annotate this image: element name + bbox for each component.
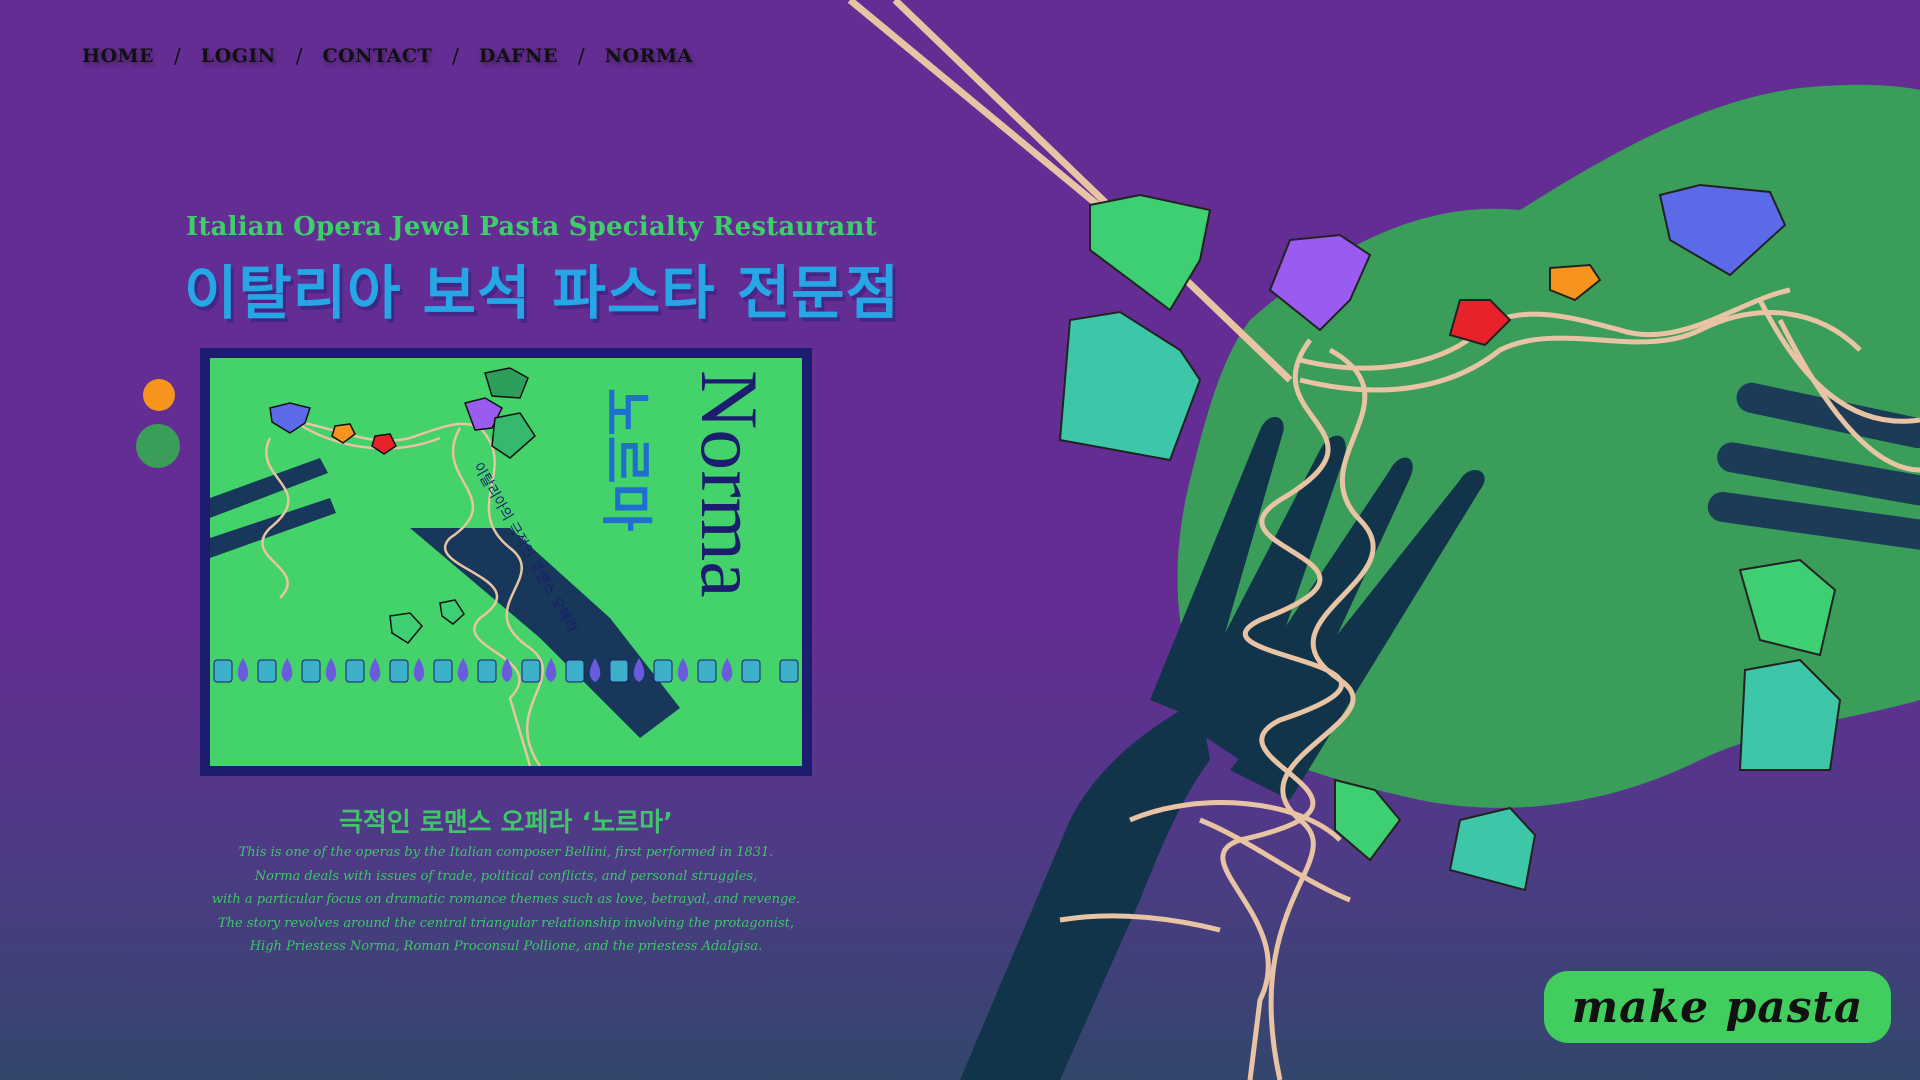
description-title: 극적인 로맨스 오페라 ‘노르마’: [339, 808, 673, 838]
description-line: with a particular focus on dramatic roma…: [211, 892, 801, 907]
hero-subtitle: Italian Opera Jewel Pasta Specialty Rest…: [186, 212, 877, 242]
slide-indicator-dot-active[interactable]: [136, 424, 180, 468]
nav-home-link[interactable]: HOME: [82, 45, 154, 67]
make-pasta-label: make pasta: [1571, 981, 1864, 1033]
nav-norma-link[interactable]: NORMA: [605, 45, 693, 67]
nav-separator: /: [174, 44, 181, 68]
poster-title-ko: 노르마: [595, 388, 655, 532]
poster-illustration: Norma 노르마 이탈리아의 극적인 로맨스 오페라: [210, 367, 799, 766]
description-line: High Priestess Norma, Roman Proconsul Po…: [249, 939, 763, 954]
make-pasta-button[interactable]: make pasta: [1544, 971, 1891, 1043]
hero-title: 이탈리아 보석 파스타 전문점: [184, 259, 900, 327]
description-line: This is one of the operas by the Italian…: [238, 845, 774, 860]
slide-indicator-dot[interactable]: [143, 379, 175, 411]
nav-contact-link[interactable]: CONTACT: [322, 45, 432, 67]
poster-title-latin: Norma: [684, 370, 775, 598]
nav-separator: /: [295, 44, 303, 68]
nav-login-link[interactable]: LOGIN: [201, 45, 276, 67]
description-line: Norma deals with issues of trade, politi…: [254, 868, 758, 884]
description-text: This is one of the operas by the Italian…: [200, 841, 812, 959]
poster-image: Norma 노르마 이탈리아의 극적인 로맨스 오페라: [210, 358, 802, 766]
nav-dafne-link[interactable]: DAFNE: [479, 45, 558, 67]
nav-separator: /: [577, 44, 585, 68]
norma-poster: Norma 노르마 이탈리아의 극적인 로맨스 오페라: [200, 348, 812, 776]
nav-separator: /: [452, 44, 459, 68]
top-nav: HOME / LOGIN / CONTACT / DAFNE / NORMA: [82, 44, 693, 68]
description-line: The story revolves around the central tr…: [218, 915, 794, 931]
